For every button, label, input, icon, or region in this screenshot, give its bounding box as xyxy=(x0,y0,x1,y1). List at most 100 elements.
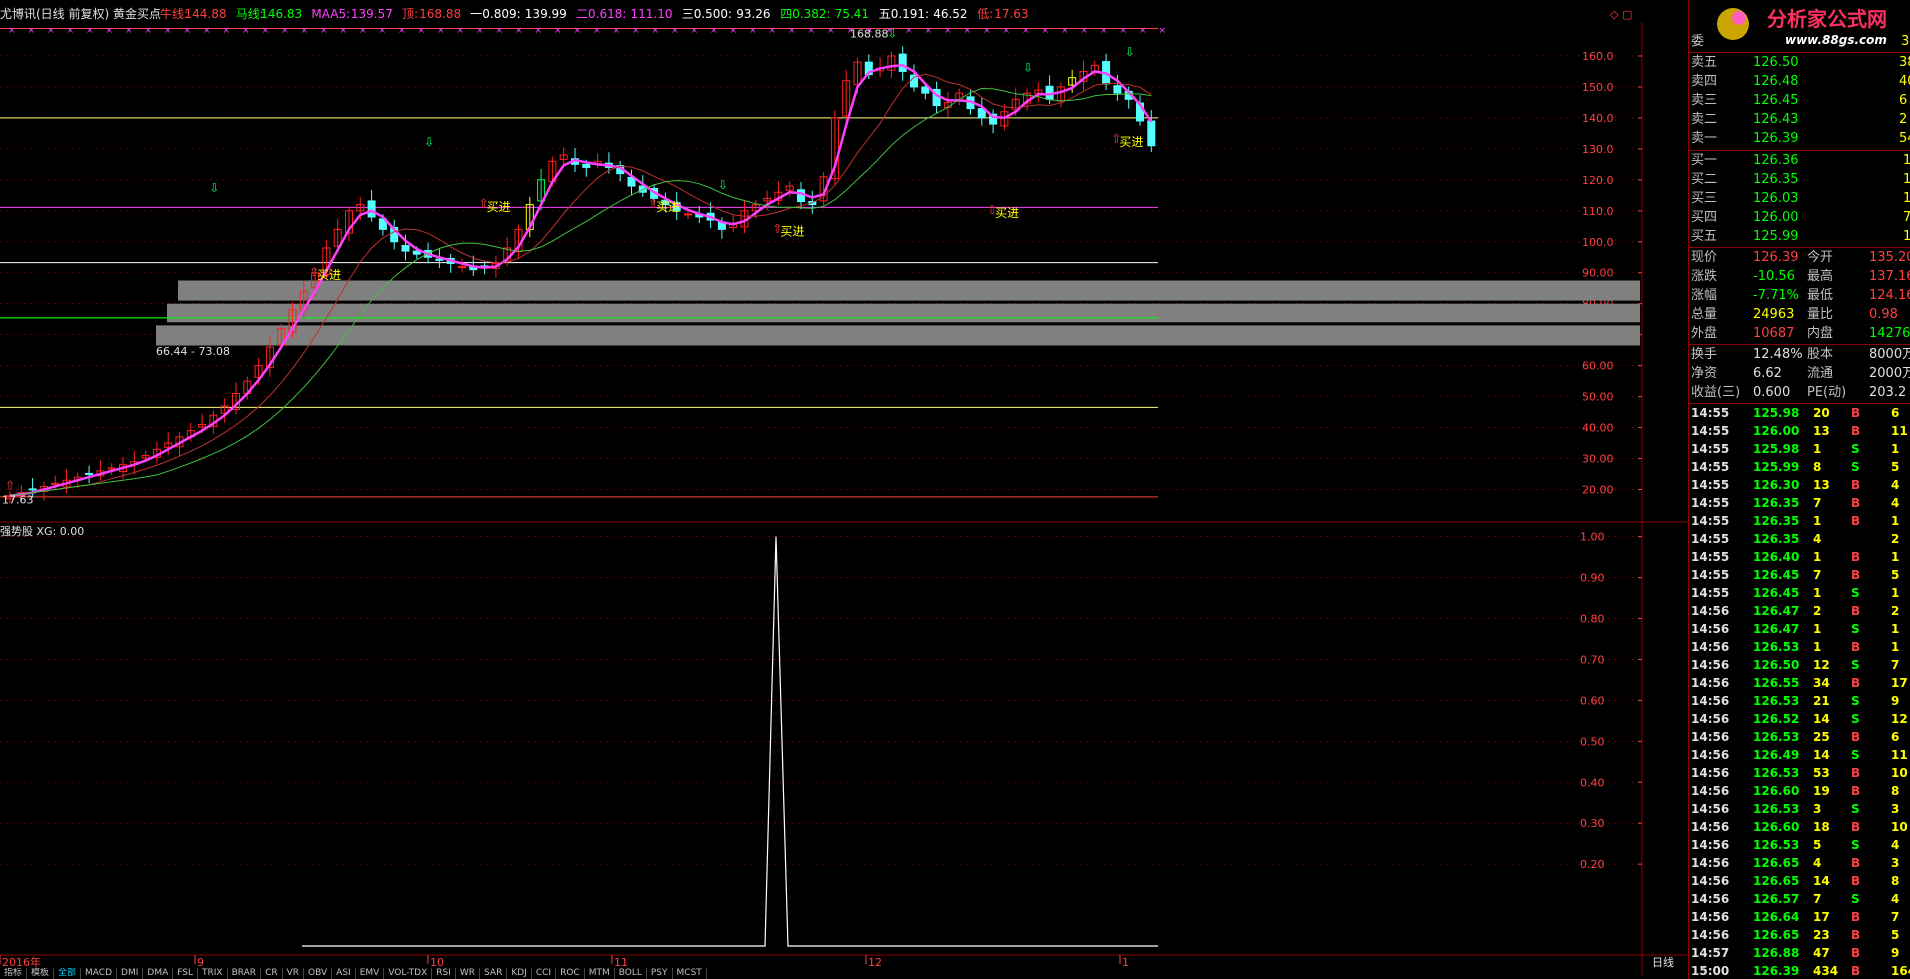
tick-row: 14:56 126.65 23 B 5 xyxy=(1691,926,1910,944)
tick-count: 7 xyxy=(1891,910,1900,924)
marker-x: × xyxy=(925,26,933,36)
tick-price: 126.55 xyxy=(1753,676,1800,690)
bid-volume: 7 xyxy=(1903,208,1910,227)
indicator-tab[interactable]: ASI xyxy=(332,968,356,979)
fund-value: 8000万 xyxy=(1869,347,1910,362)
ask-volume: 2 xyxy=(1899,112,1908,127)
sell-arrow-icon: ⇩ xyxy=(1125,45,1135,59)
tick-volume: 2 xyxy=(1813,604,1822,618)
indicator-tab[interactable]: RSI xyxy=(432,968,456,979)
tick-count: 1 xyxy=(1891,514,1900,528)
indicator-tab[interactable]: MTM xyxy=(585,968,615,979)
indicator-tab[interactable]: MACD xyxy=(81,968,118,979)
tick-time: 14:56 xyxy=(1691,928,1730,942)
indicator-tab[interactable]: DMA xyxy=(143,968,174,979)
bid-row: 买五 125.99 1 xyxy=(1691,227,1910,246)
stat-label: 总量 xyxy=(1691,307,1718,322)
indicator-tab[interactable]: ROC xyxy=(556,968,585,979)
sell-arrow-icon: ⇩ xyxy=(1023,60,1033,74)
marker-x: × xyxy=(671,26,679,36)
order-ratio-label: 委 xyxy=(1691,34,1705,49)
marker-x: × xyxy=(749,26,757,36)
ask-row: 卖二 126.43 2 xyxy=(1691,110,1910,129)
marker-x: × xyxy=(262,26,270,36)
marker-x: × xyxy=(106,26,114,36)
tick-row: 14:56 126.65 4 B 3 xyxy=(1691,854,1910,872)
ask-volume: 6 xyxy=(1899,93,1908,108)
marker-x: × xyxy=(983,26,991,36)
tick-price: 126.60 xyxy=(1753,820,1800,834)
x-axis-label: 2016年 xyxy=(2,955,41,969)
tick-price: 126.47 xyxy=(1753,622,1800,636)
y-tick-label: 0.80 xyxy=(1580,613,1605,626)
tick-row: 14:55 126.30 13 B 4 xyxy=(1691,476,1910,494)
indicator-tab[interactable]: CCI xyxy=(532,968,557,979)
bid-label: 买二 xyxy=(1691,172,1718,187)
bid-row: 买一 126.36 1 xyxy=(1691,151,1910,170)
stat-label: 涨跌 xyxy=(1691,269,1718,284)
tick-count: 2 xyxy=(1891,532,1900,546)
indicator-tab[interactable]: KDJ xyxy=(507,968,532,979)
indicator-tab[interactable]: WR xyxy=(456,968,481,979)
ask-label: 卖三 xyxy=(1691,93,1718,108)
tick-time: 14:56 xyxy=(1691,838,1730,852)
header-value: 144.88 xyxy=(185,7,227,21)
stat-value: 10687 xyxy=(1753,326,1795,341)
indicator-tab[interactable]: 全部 xyxy=(54,968,82,979)
indicator-tab[interactable]: OBV xyxy=(304,968,333,979)
chart-stage: 尤博讯(日线 前复权) 黄金买点 牛线:144.88 马线:146.83 MAA5: 1… xyxy=(0,6,1688,975)
tick-time: 14:56 xyxy=(1691,694,1730,708)
tick-count: 10 xyxy=(1891,820,1908,834)
header-label: 低: xyxy=(977,7,993,21)
tick-count: 9 xyxy=(1891,946,1900,960)
marker-x: × xyxy=(1159,26,1167,36)
indicator-tab[interactable]: BRAR xyxy=(228,968,262,979)
marker-x: × xyxy=(125,26,133,36)
indicator-tab[interactable]: EMV xyxy=(356,968,385,979)
tick-count: 12 xyxy=(1891,712,1908,726)
indicator-tab[interactable]: 模板 xyxy=(27,968,55,979)
indicator-tab[interactable]: PSY xyxy=(647,968,673,979)
y-tick-label: 100.0 xyxy=(1582,236,1614,249)
header-value: 93.26 xyxy=(736,7,770,21)
candle-body xyxy=(582,163,591,168)
tick-row: 14:56 126.60 19 B 8 xyxy=(1691,782,1910,800)
y-tick-label: 110.0 xyxy=(1582,205,1614,218)
period-button[interactable]: 日线 xyxy=(1652,955,1674,969)
tick-time: 14:56 xyxy=(1691,748,1730,762)
indicator-tab[interactable]: CR xyxy=(261,968,283,979)
indicator-tab[interactable]: VR xyxy=(283,968,305,979)
fund-value: 6.62 xyxy=(1753,366,1782,381)
tick-count: 6 xyxy=(1891,406,1900,420)
tick-count: 4 xyxy=(1891,478,1900,492)
indicator-tab[interactable]: VOL-TDX xyxy=(384,968,433,979)
y-tick-label: 0.20 xyxy=(1580,858,1605,871)
tick-price: 126.53 xyxy=(1753,766,1800,780)
marker-x: × xyxy=(788,26,796,36)
indicator-tab[interactable]: FSL xyxy=(173,968,198,979)
tick-side: S xyxy=(1851,802,1860,816)
tick-volume: 3 xyxy=(1813,802,1822,816)
tick-volume: 1 xyxy=(1813,586,1822,600)
tick-time: 14:55 xyxy=(1691,532,1730,546)
tick-row: 14:56 126.53 25 B 6 xyxy=(1691,728,1910,746)
marker-x: × xyxy=(457,26,465,36)
tick-count: 11 xyxy=(1891,748,1908,762)
indicator-tab[interactable]: BOLL xyxy=(615,968,647,979)
tick-time: 14:57 xyxy=(1691,946,1730,960)
stat-value: -10.56 xyxy=(1753,269,1795,284)
tick-side: B xyxy=(1851,874,1861,888)
indicator-tab[interactable]: SAR xyxy=(480,968,508,979)
stat-row: 涨跌 -10.56 最高 137.16 xyxy=(1691,267,1910,286)
quote-panel: 分析家公式网 www.88gs.com 委3卖五126.5038卖四126.48… xyxy=(1688,0,1910,979)
candle-body xyxy=(797,189,805,203)
tick-price: 126.65 xyxy=(1753,928,1800,942)
indicator-tab[interactable]: DMI xyxy=(117,968,144,979)
indicator-tab[interactable]: 指标 xyxy=(0,968,28,979)
indicator-tab[interactable]: MCST xyxy=(673,968,707,979)
tick-count: 1 xyxy=(1891,622,1900,636)
indicator-tab[interactable]: TRIX xyxy=(198,968,228,979)
marker-x: × xyxy=(593,26,601,36)
bid-label: 买一 xyxy=(1691,153,1718,168)
tick-time: 14:56 xyxy=(1691,874,1730,888)
